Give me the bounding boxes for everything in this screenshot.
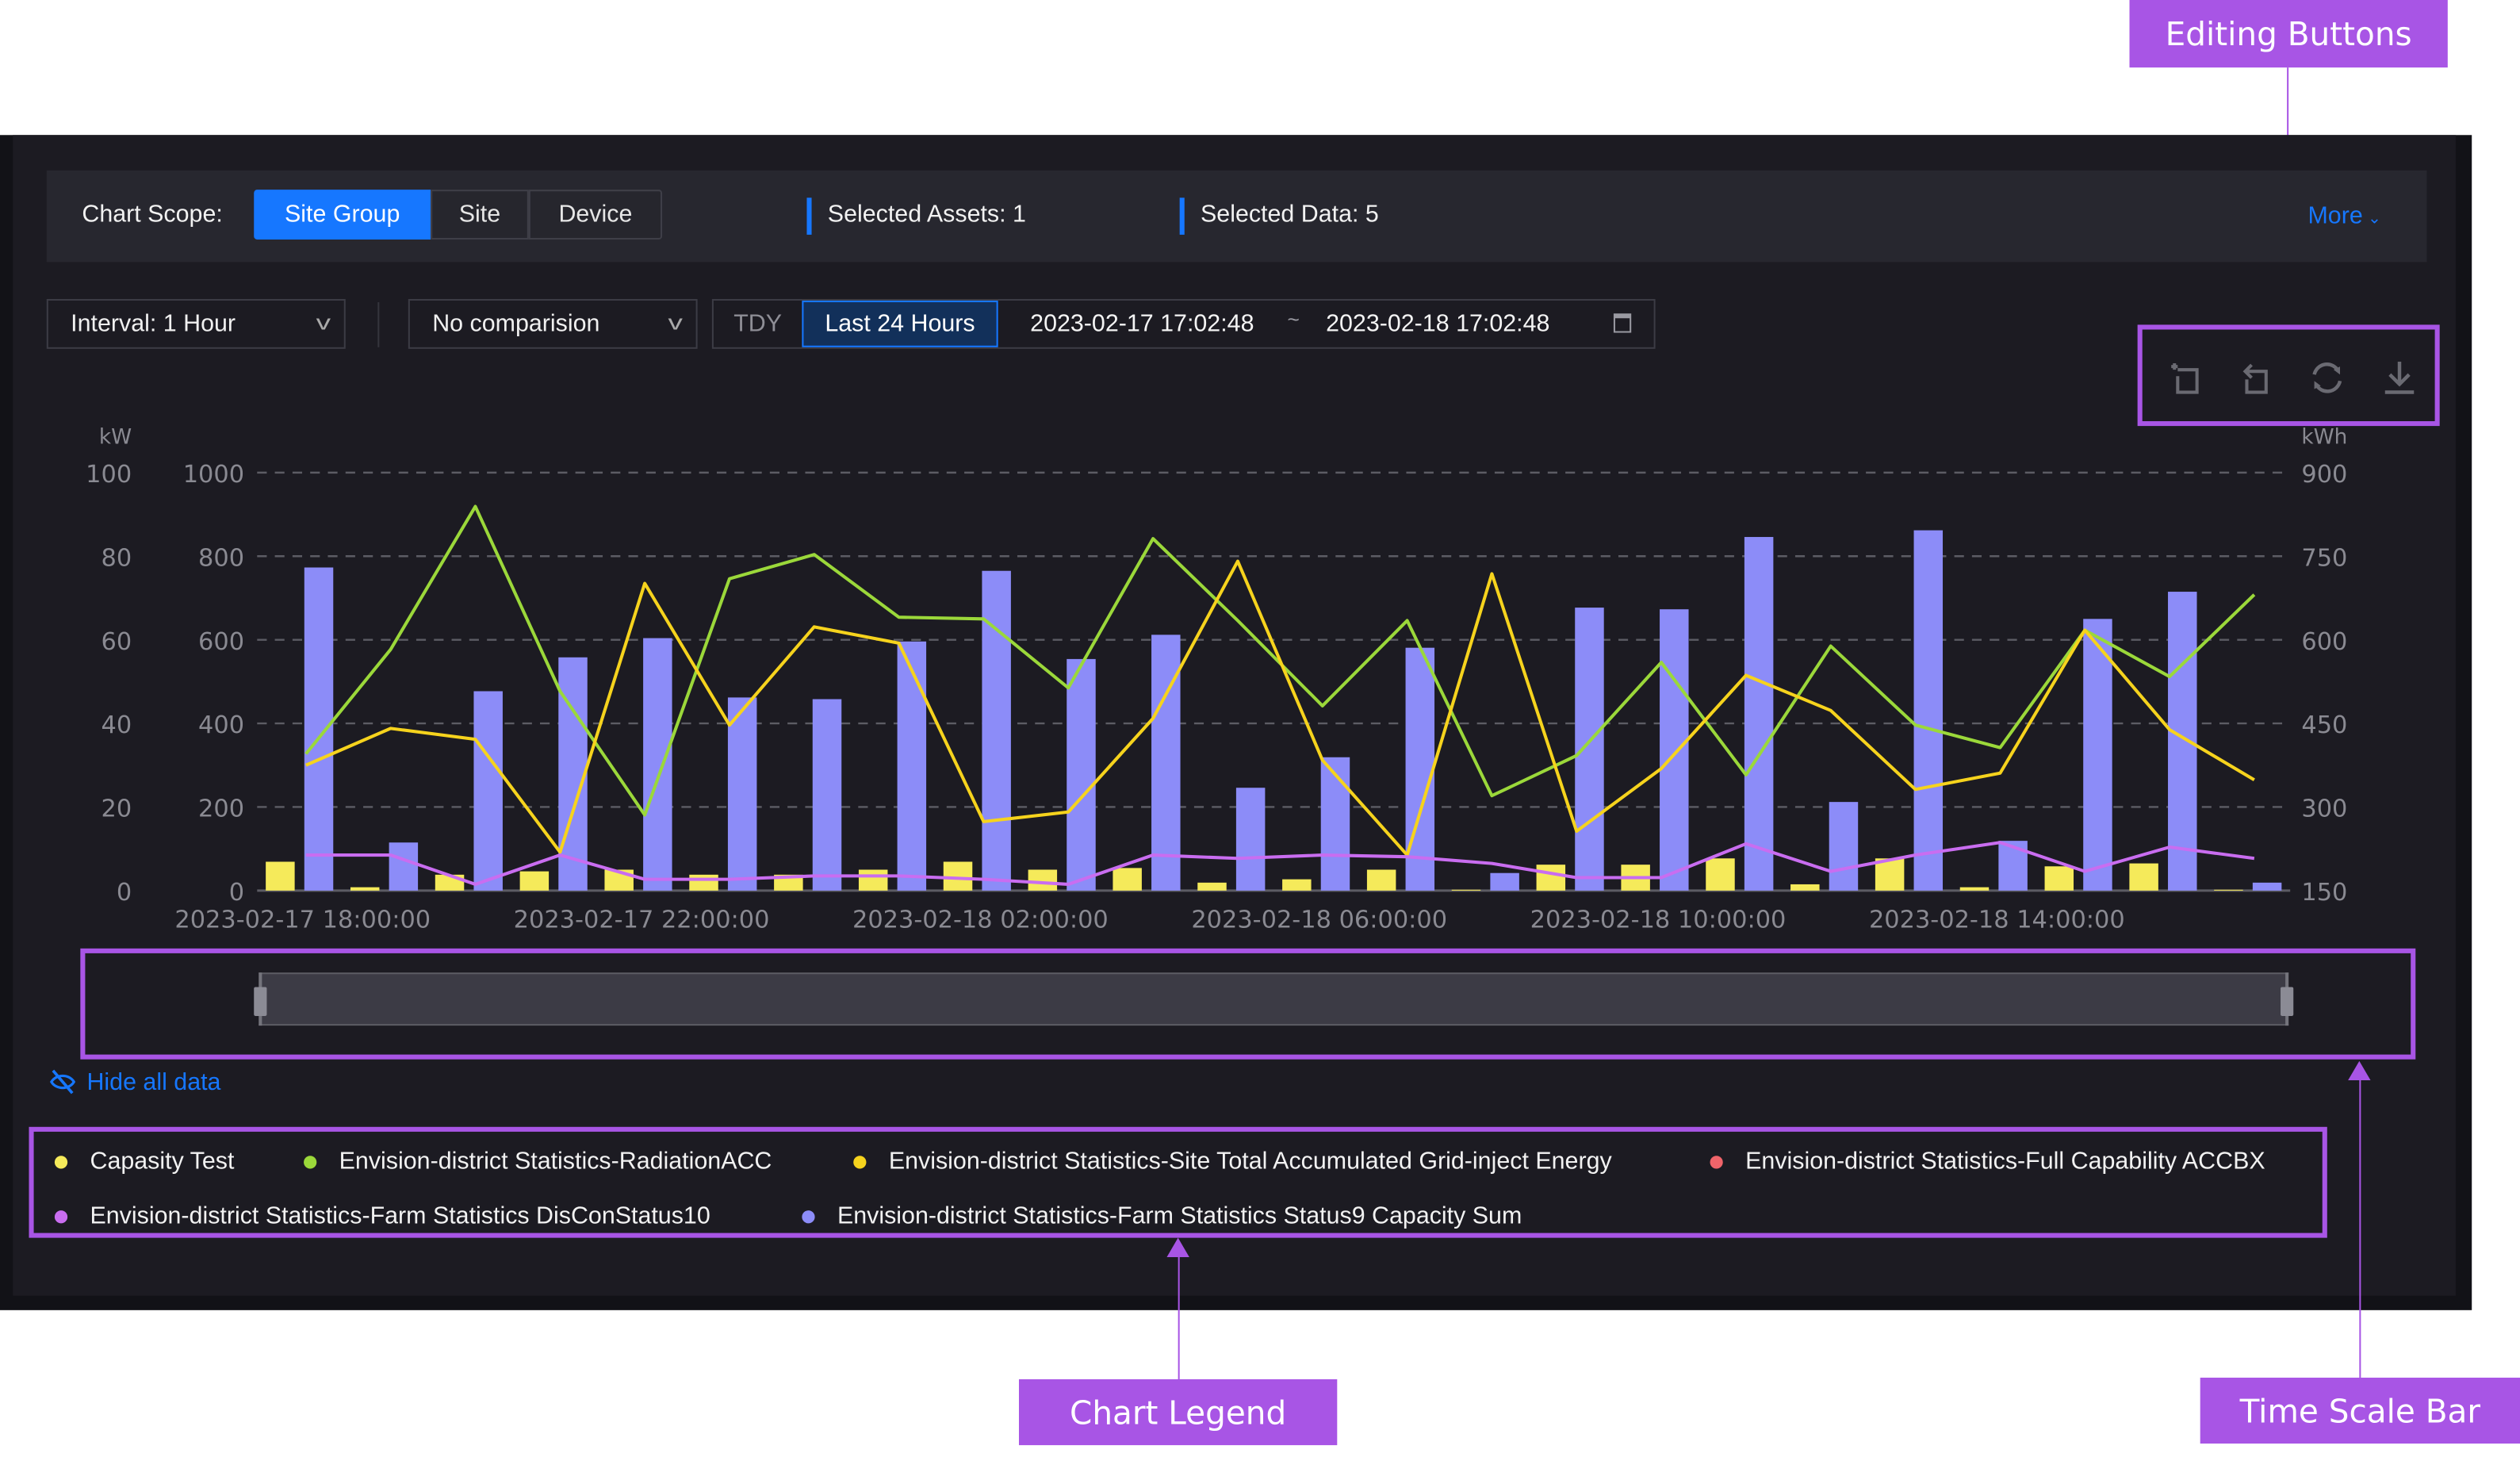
bar <box>727 697 757 891</box>
bar <box>1706 858 1735 891</box>
screenshot-stage: Editing Buttons Chart Scope: Site Group … <box>0 0 2520 1456</box>
y-tick-label-kwh: 450 <box>2301 711 2347 739</box>
y-tick-label-kw: 100 <box>86 461 132 489</box>
bar <box>2214 889 2243 891</box>
y-tick-label-kwh: 600 <box>2301 628 2347 656</box>
bar <box>1235 788 1266 891</box>
y-tick-label: 800 <box>198 544 244 572</box>
x-tick-label: 2023-02-18 02:00:00 <box>852 906 1109 934</box>
bar <box>2168 592 2197 891</box>
bar <box>304 567 334 891</box>
bar <box>1575 608 1604 891</box>
x-tick-label: 2023-02-17 18:00:00 <box>174 906 431 934</box>
bar <box>389 842 419 891</box>
y-tick-label-kw: 60 <box>101 628 132 656</box>
bar <box>1913 530 1944 891</box>
y-tick-label-kw: 40 <box>101 711 132 739</box>
bar <box>1829 802 1859 891</box>
eye-hidden-icon <box>49 1069 76 1095</box>
annotation-chart-legend: Chart Legend <box>1018 1378 1338 1446</box>
y-axis-unit-kwh: kWh <box>2301 425 2347 449</box>
x-tick-label: 2023-02-18 10:00:00 <box>1530 906 1787 934</box>
bar <box>1959 887 1990 891</box>
bar <box>519 871 550 891</box>
y-tick-label-kwh: 750 <box>2301 544 2347 572</box>
annotation-connector <box>2359 1076 2361 1378</box>
y-tick-label-kw: 80 <box>101 544 132 572</box>
bar <box>1197 882 1227 891</box>
bar <box>266 861 295 891</box>
annotation-box-time-scale <box>80 948 2416 1060</box>
bar <box>1536 865 1566 891</box>
bar <box>643 638 672 891</box>
bar <box>1028 869 1058 891</box>
x-tick-label: 2023-02-18 06:00:00 <box>1191 906 1447 934</box>
y-tick-label-kw: 20 <box>101 796 132 823</box>
bar <box>1744 537 1774 891</box>
bar <box>897 641 927 891</box>
annotation-connector <box>1178 1253 1180 1379</box>
y-tick-label-kw: 0 <box>117 879 132 907</box>
series-line <box>305 559 2255 857</box>
bar <box>1405 647 1435 891</box>
bar <box>2252 882 2282 891</box>
y-tick-label-kwh: 300 <box>2301 796 2347 823</box>
x-tick-label: 2023-02-18 14:00:00 <box>1869 906 2125 934</box>
bar <box>1282 879 1312 891</box>
y-axis-unit-kw: kW <box>99 425 132 449</box>
bar <box>350 887 380 891</box>
bar <box>1451 889 1481 891</box>
x-tick-label: 2023-02-17 22:00:00 <box>514 906 770 934</box>
bar <box>1067 658 1096 891</box>
bar <box>473 691 503 891</box>
y-tick-label: 400 <box>198 711 244 739</box>
bar <box>1113 868 1142 891</box>
bar <box>982 570 1011 891</box>
bar <box>1320 757 1350 891</box>
annotation-box-legend <box>29 1126 2327 1238</box>
y-tick-label: 1000 <box>183 461 244 489</box>
y-tick-label: 600 <box>198 628 244 656</box>
bar <box>1490 872 1519 891</box>
bar <box>2044 866 2074 891</box>
bar <box>858 869 888 891</box>
y-tick-label-kwh: 150 <box>2301 879 2347 907</box>
bar <box>812 699 842 891</box>
bar <box>2129 863 2158 891</box>
y-tick-label: 200 <box>198 796 244 823</box>
hide-all-data-label: Hide all data <box>86 1068 221 1096</box>
bar <box>1366 869 1396 891</box>
series-line <box>305 841 2255 886</box>
y-tick-label-kwh: 900 <box>2301 461 2347 489</box>
annotation-time-scale-bar: Time Scale Bar <box>2200 1377 2520 1444</box>
chart-area: 0 0 150 20 200 300 40 400 450 60 600 600 80 800 750 100… <box>86 425 2347 934</box>
bar <box>1790 884 1820 891</box>
hide-all-data-button[interactable]: Hide all data <box>48 1068 221 1096</box>
y-tick-label: 0 <box>229 879 244 907</box>
bar <box>689 874 718 891</box>
bar <box>1660 609 1689 891</box>
bar <box>943 861 973 891</box>
